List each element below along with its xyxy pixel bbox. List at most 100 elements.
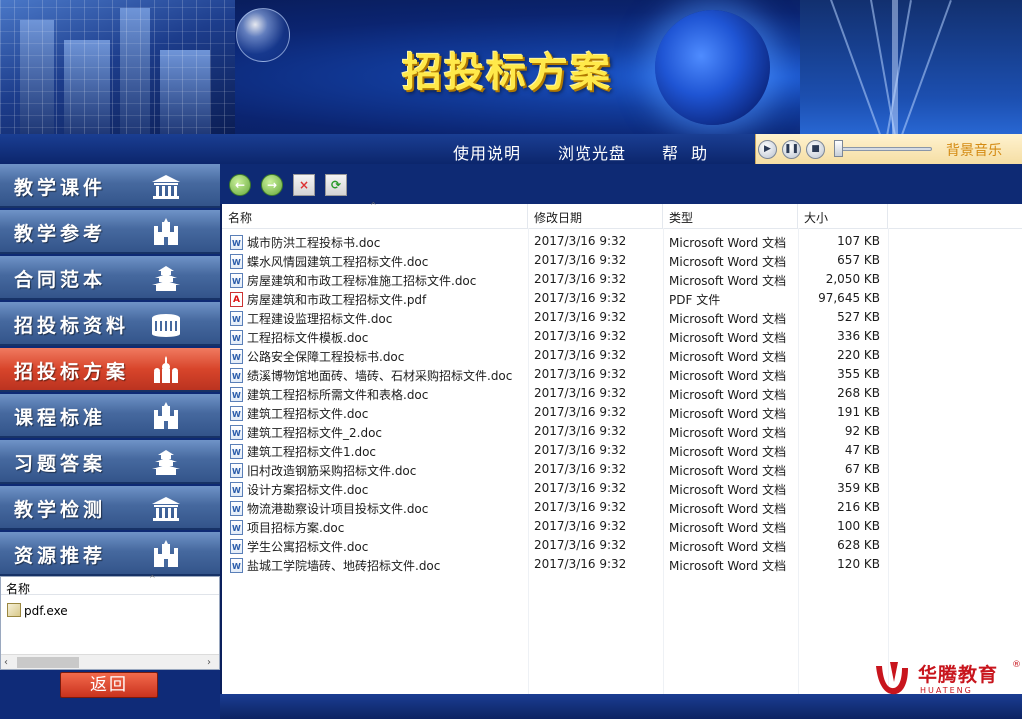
nav-item-reference[interactable]: 教学参考 [0, 210, 220, 254]
table-row[interactable]: 工程招标文件模板.doc 2017/3/16 9:32 Microsoft Word… [222, 327, 1022, 346]
word-file-icon [230, 444, 243, 459]
table-row[interactable]: 盐城工学院墙砖、地砖招标文件.doc 2017/3/16 9:32 Microsof… [222, 555, 1022, 574]
nav-item-courseware[interactable]: 教学课件 [0, 164, 220, 208]
column-header-name[interactable]: 名称 ^ [222, 201, 528, 228]
volume-slider-track[interactable] [840, 147, 932, 151]
file-name-cell[interactable]: 学生公寓招标文件.doc [230, 538, 368, 555]
table-row[interactable]: 公路安全保障工程投标书.doc 2017/3/16 9:32 Microsoft W… [222, 346, 1022, 365]
column-header-modified[interactable]: 修改日期 [528, 204, 663, 228]
nav-label: 教学检测 [14, 499, 107, 521]
file-name-cell[interactable]: 物流港勘察设计项目投标文件.doc [230, 500, 428, 517]
file-name-cell[interactable]: 工程建设监理招标文件.doc [230, 310, 392, 327]
banner-title: 招投标方案 [402, 50, 612, 96]
table-row[interactable]: 学生公寓招标文件.doc 2017/3/16 9:32 Microsoft Word… [222, 536, 1022, 555]
volume-slider-thumb[interactable] [834, 140, 843, 157]
word-file-icon [230, 425, 243, 440]
arrow-right-icon[interactable]: → [261, 174, 283, 196]
file-date-cell: 2017/3/16 9:32 [534, 310, 627, 324]
word-file-icon [230, 482, 243, 497]
refresh-icon[interactable]: ⟳ [325, 174, 347, 196]
file-date-cell: 2017/3/16 9:32 [534, 234, 627, 248]
colosseum-icon [152, 314, 180, 337]
bubble-decoration [236, 8, 290, 62]
attachment-item[interactable]: pdf.exe [7, 603, 68, 618]
scroll-left-icon[interactable]: ‹ [4, 655, 8, 670]
word-file-icon [230, 311, 243, 326]
table-row[interactable]: 项目招标方案.doc 2017/3/16 9:32 Microsoft Word 文… [222, 517, 1022, 536]
column-header-size[interactable]: 大小 [798, 204, 888, 228]
table-row[interactable]: 建筑工程招标所需文件和表格.doc 2017/3/16 9:32 Microsoft… [222, 384, 1022, 403]
nav-item-bidding-materials[interactable]: 招投标资料 [0, 302, 220, 346]
table-row[interactable]: 蝶水风情园建筑工程招标文件.doc 2017/3/16 9:32 Microsoft… [222, 251, 1022, 270]
file-size-cell: 628 KB [837, 538, 880, 552]
file-list: 名称^ 修改日期 类型 大小 城市防洪工程投标书.doc 2017/3/16 9:… [222, 201, 1022, 694]
horizontal-scrollbar[interactable]: ‹ › [1, 654, 219, 669]
file-date-cell: 2017/3/16 9:32 [534, 253, 627, 267]
file-name-cell[interactable]: 工程招标文件模板.doc [230, 329, 368, 346]
table-row[interactable]: 建筑工程招标文件.doc 2017/3/16 9:32 Microsoft Word… [222, 403, 1022, 422]
file-name-cell[interactable]: 蝶水风情园建筑工程招标文件.doc [230, 253, 428, 270]
nav-label: 习题答案 [14, 453, 107, 475]
file-name-cell[interactable]: 公路安全保障工程投标书.doc [230, 348, 404, 365]
menu-help[interactable]: 帮 助 [662, 140, 708, 164]
arrow-left-icon[interactable]: ← [229, 174, 251, 196]
table-row[interactable]: 绩溪博物馆地面砖、墙砖、石材采购招标文件.doc 2017/3/16 9:32 Mi… [222, 365, 1022, 384]
play-icon[interactable]: ▶ [758, 140, 777, 159]
table-row[interactable]: 房屋建筑和市政工程招标文件.pdf 2017/3/16 9:32 PDF 文件 97,… [222, 289, 1022, 308]
word-file-icon [230, 406, 243, 421]
nav-label: 课程标准 [14, 407, 107, 429]
word-file-icon [230, 349, 243, 364]
pause-icon[interactable]: ❚❚ [782, 140, 801, 159]
file-name-cell[interactable]: 房屋建筑和市政工程招标文件.pdf [230, 291, 426, 308]
file-name-cell[interactable]: 旧村改造钢筋采购招标文件.doc [230, 462, 416, 479]
table-row[interactable]: 设计方案招标文件.doc 2017/3/16 9:32 Microsoft Word… [222, 479, 1022, 498]
file-name-cell[interactable]: 房屋建筑和市政工程标准施工招标文件.doc [230, 272, 476, 289]
file-size-cell: 92 KB [844, 424, 880, 438]
table-row[interactable]: 城市防洪工程投标书.doc 2017/3/16 9:32 Microsoft Wor… [222, 232, 1022, 251]
menu-browse-disc[interactable]: 浏览光盘 [558, 140, 626, 164]
nav-item-teaching-assessment[interactable]: 教学检测 [0, 486, 220, 530]
delete-icon[interactable]: × [293, 174, 315, 196]
file-name-cell[interactable]: 建筑工程招标文件.doc [230, 405, 368, 422]
temple-icon [152, 497, 180, 521]
sidebar-nav: 教学课件 教学参考 合同范本 招投标资料 招投标方案 课程标准 习题答案 教学检… [0, 164, 220, 576]
nav-item-curriculum-standards[interactable]: 课程标准 [0, 394, 220, 438]
table-row[interactable]: 工程建设监理招标文件.doc 2017/3/16 9:32 Microsoft Wo… [222, 308, 1022, 327]
nav-item-bidding-plans[interactable]: 招投标方案 [0, 348, 220, 392]
file-type-cell: Microsoft Word 文档 [669, 369, 787, 383]
file-size-cell: 657 KB [837, 253, 880, 267]
file-name-cell[interactable]: 项目招标方案.doc [230, 519, 344, 536]
file-name-cell[interactable]: 设计方案招标文件.doc [230, 481, 368, 498]
attachment-column-header[interactable]: 名称 ^ [1, 574, 219, 596]
nav-item-exercise-answers[interactable]: 习题答案 [0, 440, 220, 484]
file-size-cell: 107 KB [837, 234, 880, 248]
file-name-cell[interactable]: 城市防洪工程投标书.doc [230, 234, 380, 251]
column-header-type[interactable]: 类型 [663, 204, 798, 228]
table-row[interactable]: 旧村改造钢筋采购招标文件.doc 2017/3/16 9:32 Microsoft … [222, 460, 1022, 479]
scroll-right-icon[interactable]: › [207, 655, 211, 670]
word-file-icon [230, 273, 243, 288]
table-row[interactable]: 建筑工程招标文件1.doc 2017/3/16 9:32 Microsoft Wor… [222, 441, 1022, 460]
back-button[interactable]: 返回 [60, 672, 158, 698]
file-type-cell: Microsoft Word 文档 [669, 407, 787, 421]
table-row[interactable]: 房屋建筑和市政工程标准施工招标文件.doc 2017/3/16 9:32 Micro… [222, 270, 1022, 289]
file-name-cell[interactable]: 绩溪博物馆地面砖、墙砖、石材采购招标文件.doc [230, 367, 512, 384]
file-date-cell: 2017/3/16 9:32 [534, 386, 627, 400]
menu-usage-guide[interactable]: 使用说明 [453, 140, 521, 164]
file-name-cell[interactable]: 建筑工程招标所需文件和表格.doc [230, 386, 428, 403]
nav-item-resource-recommendations[interactable]: 资源推荐 [0, 532, 220, 576]
table-row[interactable]: 物流港勘察设计项目投标文件.doc 2017/3/16 9:32 Microsoft… [222, 498, 1022, 517]
table-row[interactable]: 建筑工程招标文件_2.doc 2017/3/16 9:32 Microsoft Wo… [222, 422, 1022, 441]
stop-icon[interactable]: ■ [806, 140, 825, 159]
file-name-cell[interactable]: 建筑工程招标文件1.doc [230, 443, 376, 460]
nav-label: 资源推荐 [14, 545, 107, 567]
file-name-cell[interactable]: 建筑工程招标文件_2.doc [230, 424, 382, 441]
pdf-file-icon [230, 292, 243, 307]
word-file-icon [230, 501, 243, 516]
file-type-cell: Microsoft Word 文档 [669, 502, 787, 516]
file-type-cell: Microsoft Word 文档 [669, 274, 787, 288]
nav-item-contract-templates[interactable]: 合同范本 [0, 256, 220, 300]
file-name-cell[interactable]: 盐城工学院墙砖、地砖招标文件.doc [230, 557, 440, 574]
palace-icon [154, 218, 178, 245]
scrollbar-thumb[interactable] [17, 657, 79, 668]
